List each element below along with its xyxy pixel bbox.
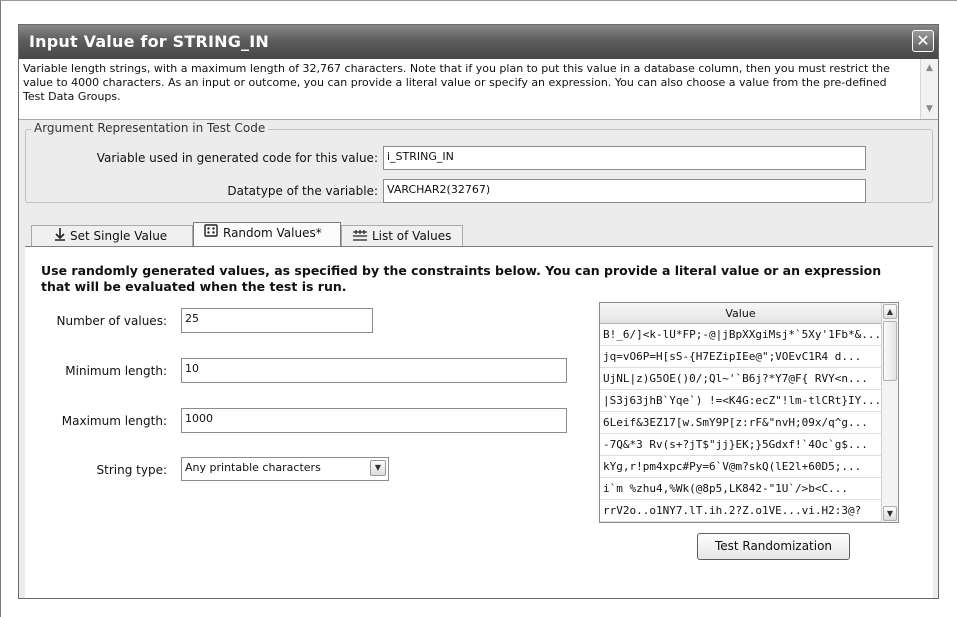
argument-group-legend: Argument Representation in Test Code [31, 121, 269, 135]
scroll-down-icon[interactable]: ▼ [883, 506, 897, 521]
variable-label: Variable used in generated code for this… [96, 151, 378, 165]
min-length-label: Minimum length: [65, 364, 167, 378]
tab-strip: Set Single Value Random Values* List of … [25, 222, 933, 247]
min-length-input[interactable]: 10 [181, 358, 567, 383]
datatype-label: Datatype of the variable: [227, 184, 378, 198]
description-box: Variable length strings, with a maximum … [19, 59, 938, 120]
window-edge-top [0, 0, 957, 1]
num-values-label: Number of values: [56, 314, 167, 328]
value-column-header[interactable]: Value [600, 303, 881, 324]
table-row[interactable]: |S3j63jhB`Yqe`) !=<K4G:ecZ"!lm-tlCRt}IY.… [600, 390, 881, 412]
dialog-title: Input Value for STRING_IN [29, 32, 269, 51]
scroll-down-icon[interactable]: ▼ [923, 103, 936, 116]
datatype-field[interactable]: VARCHAR2(32767) [383, 179, 866, 203]
down-arrow-icon [54, 227, 66, 247]
table-row[interactable]: B!_6/]<k-lU*FP;-@|jBpXXgiMsj*`5Xy'1Fb*&.… [600, 324, 881, 346]
string-type-select[interactable]: Any printable characters ▼ [181, 457, 389, 481]
tab-label: Random Values* [223, 226, 322, 240]
dice-icon [204, 223, 219, 244]
window-edge [0, 0, 1, 617]
tab-list-of-values[interactable]: List of Values [341, 225, 463, 246]
variable-field[interactable]: i_STRING_IN [383, 146, 866, 170]
num-values-input[interactable]: 25 [181, 308, 373, 333]
table-row[interactable]: jq=vO6P=H[sS-{H7EZipIEe@";VOEvC1R4 d... [600, 346, 881, 368]
tab-set-single-value[interactable]: Set Single Value [31, 225, 193, 246]
random-values-panel: Use randomly generated values, as specif… [25, 246, 933, 598]
scroll-up-icon[interactable]: ▲ [883, 304, 897, 319]
table-row[interactable]: 6Leif&3EZ17[w.SmY9P[z:rF&"nvH;09x/q^g... [600, 412, 881, 434]
close-button[interactable]: ✕ [912, 30, 934, 52]
table-row[interactable]: -7Q&*3 Rv(s+?jT$"jj}EK;}5Gdxf!`4Oc`g$... [600, 434, 881, 456]
scroll-thumb[interactable] [883, 321, 897, 381]
values-list: B!_6/]<k-lU*FP;-@|jBpXXgiMsj*`5Xy'1Fb*&.… [600, 324, 881, 522]
table-row[interactable]: kYg,r!pm4xpc#Py=6`V@m?skQ(lE2l+60D5;... [600, 456, 881, 478]
max-length-input[interactable]: 1000 [181, 408, 567, 433]
string-type-value: Any printable characters [185, 461, 321, 474]
values-scrollbar[interactable]: ▲ ▼ [881, 303, 898, 522]
max-length-label: Maximum length: [61, 414, 167, 428]
test-randomization-button[interactable]: Test Randomization [697, 533, 850, 560]
tab-label: List of Values [372, 229, 452, 243]
input-value-dialog: Input Value for STRING_IN ✕ Variable len… [18, 24, 939, 599]
table-row[interactable]: rrV2o..o1NY7.lT.ih.2?Z.o1VE...vi.H2:3@? [600, 500, 881, 522]
table-row[interactable]: i`m %zhu4,%Wk(@8p5,LK842-"1U`/>b<C... [600, 478, 881, 500]
tab-random-values[interactable]: Random Values* [193, 222, 341, 247]
description-scrollbar[interactable]: ▲ ▼ [920, 59, 938, 119]
scroll-up-icon[interactable]: ▲ [923, 62, 936, 75]
close-icon: ✕ [916, 31, 930, 50]
values-table[interactable]: Value B!_6/]<k-lU*FP;-@|jBpXXgiMsj*`5Xy'… [599, 302, 899, 523]
description-text: Variable length strings, with a maximum … [23, 62, 890, 103]
string-type-label: String type: [96, 463, 167, 477]
list-icon [352, 227, 368, 247]
instructions-text: Use randomly generated values, as specif… [41, 263, 882, 294]
title-bar[interactable]: Input Value for STRING_IN ✕ [19, 25, 938, 59]
chevron-down-icon[interactable]: ▼ [370, 460, 386, 476]
table-row[interactable]: UjNL|z)G5OE()0/;Ql~'`B6j?*Y7@F{ RVY<n... [600, 368, 881, 390]
tab-label: Set Single Value [70, 229, 168, 243]
